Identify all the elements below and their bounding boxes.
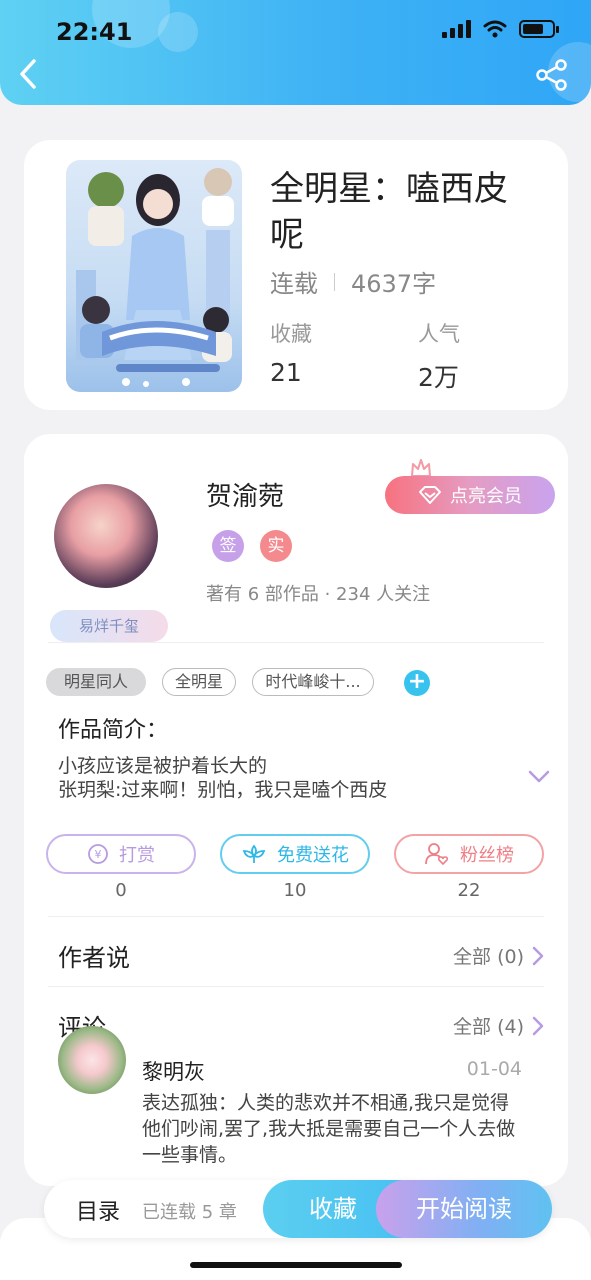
start-reading-button[interactable]: 开始阅读 [376, 1180, 552, 1238]
author-badge: 易烊千玺 [50, 610, 168, 642]
book-detail-card: 易烊千玺 贺渝菀 点亮会员 签 实 著有 6 部作品 · 234 人关注 明星同… [24, 434, 568, 1186]
book-meta: 连载 4637字 [270, 264, 436, 299]
decor-bubble [158, 12, 198, 52]
commenter-avatar[interactable] [58, 1026, 126, 1094]
divider [48, 916, 544, 917]
bottom-action-bar: 目录 已连载 5 章 收藏 开始阅读 [44, 1180, 552, 1238]
share-button[interactable] [535, 58, 569, 92]
author-says-count: 全部 (0) [453, 946, 524, 968]
add-tag-button[interactable]: + [404, 670, 430, 696]
author-name[interactable]: 贺渝菀 [206, 476, 284, 513]
status-time: 22:41 [56, 18, 133, 46]
chevron-right-icon [532, 946, 544, 965]
chevron-left-icon [20, 59, 36, 89]
chevron-down-icon[interactable] [528, 770, 550, 784]
flower-count: 10 [283, 880, 307, 901]
author-stats: 著有 6 部作品 · 234 人关注 [206, 584, 431, 605]
intro-line: 张玥梨:过来啊！别怕，我只是嗑个西皮 [58, 779, 388, 801]
fan-ranking-label: 粉丝榜 [460, 845, 514, 866]
tag-chip[interactable]: 全明星 [162, 668, 236, 696]
book-cover-image[interactable] [66, 160, 242, 392]
flower-icon [242, 844, 266, 863]
comment-date: 01-04 [466, 1058, 522, 1080]
toc-button[interactable]: 目录 [76, 1194, 120, 1226]
book-title: 全明星：嗑西皮呢 [270, 169, 508, 255]
commenter-name[interactable]: 黎明灰 [142, 1056, 205, 1086]
home-indicator [190, 1262, 402, 1268]
comment-text: 表达孤独：人类的悲欢并不相通,我只是觉得他们吵闹,罢了,我大抵是需要自己一个人去… [142, 1092, 516, 1166]
intro-line: 小孩应该是被护着长大的 [58, 755, 268, 777]
chevron-right-icon [532, 1016, 544, 1035]
fan-ranking-button[interactable]: 粉丝榜 [394, 834, 544, 874]
tip-label: 打赏 [119, 845, 155, 866]
popularity-value: 2万 [418, 363, 459, 392]
diamond-icon [419, 486, 441, 504]
comments-count: 全部 (4) [453, 1016, 524, 1038]
battery-icon [519, 20, 559, 38]
tag-chip[interactable]: 明星同人 [46, 668, 146, 696]
user-heart-icon [425, 843, 449, 866]
signed-badge: 签 [212, 530, 244, 562]
book-info-card: 全明星：嗑西皮呢 连载 4637字 收藏 21 人气 2万 [24, 140, 568, 410]
crown-icon [411, 459, 431, 477]
author-says-title: 作者说 [58, 944, 130, 972]
send-flower-label: 免费送花 [277, 845, 349, 866]
verified-badge: 实 [260, 530, 292, 562]
share-icon [536, 59, 567, 91]
favorites-value: 21 [270, 358, 302, 387]
intro-text: 小孩应该是被护着长大的 张玥梨:过来啊！别怕，我只是嗑个西皮 [58, 754, 518, 802]
divider [48, 986, 544, 987]
author-avatar[interactable] [54, 484, 158, 588]
send-flower-button[interactable]: 免费送花 [220, 834, 370, 874]
chapter-count: 已连载 5 章 [142, 1202, 237, 1223]
meta-divider [334, 272, 335, 291]
book-status: 连载 [270, 270, 318, 298]
popularity-stat: 人气 2万 [418, 318, 460, 394]
popularity-label: 人气 [418, 322, 460, 346]
top-header: 22:41 [0, 0, 591, 105]
tag-chip[interactable]: 时代峰峻十... [252, 668, 374, 696]
comments-all-link[interactable]: 全部 (4) [453, 1012, 544, 1039]
back-button[interactable] [18, 56, 50, 92]
status-icons [442, 20, 559, 38]
svg-text:¥: ¥ [95, 848, 102, 861]
intro-title: 作品简介： [58, 718, 169, 743]
author-says-all-link[interactable]: 全部 (0) [453, 942, 544, 969]
divider [48, 642, 544, 643]
book-word-count: 4637字 [351, 270, 437, 298]
favorites-label: 收藏 [270, 322, 312, 346]
tip-button[interactable]: ¥ 打赏 [46, 834, 196, 874]
vip-label: 点亮会员 [450, 486, 522, 507]
vip-button[interactable]: 点亮会员 [385, 476, 555, 514]
wifi-icon [483, 20, 507, 38]
fan-count: 22 [457, 880, 481, 901]
coin-icon: ¥ [88, 844, 108, 864]
tip-count: 0 [115, 880, 127, 901]
cover-illustration [76, 168, 234, 387]
cellular-signal-icon [442, 20, 471, 38]
favorites-stat: 收藏 21 [270, 318, 312, 387]
